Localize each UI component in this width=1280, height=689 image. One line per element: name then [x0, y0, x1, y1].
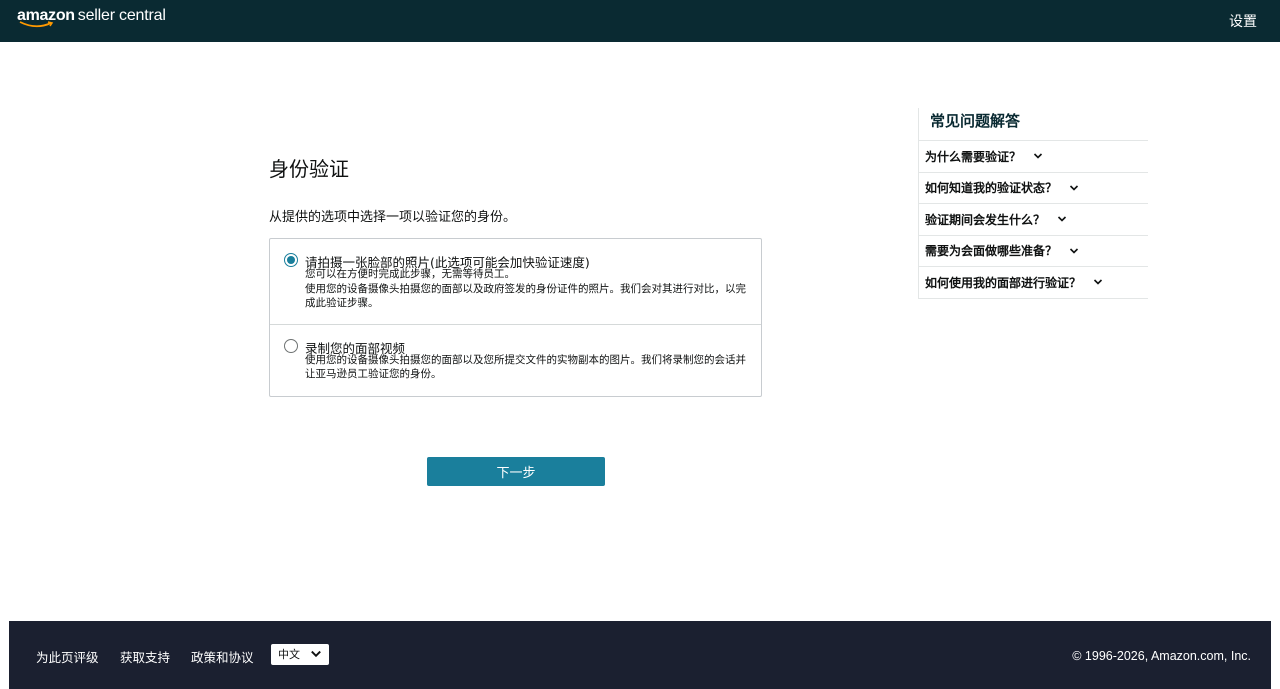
option-photo-desc-1: 您可以在方便时完成此步骤，无需等待员工。	[305, 268, 515, 280]
chevron-down-icon	[1057, 216, 1067, 222]
faq-item-label: 如何使用我的面部进行验证？	[925, 275, 1082, 290]
top-navigation-bar: amazon seller central 设置	[0, 0, 1280, 42]
radio-checked-icon[interactable]	[284, 253, 298, 267]
faq-item-label: 验证期间会发生什么？	[925, 212, 1046, 227]
option-photo-desc-2: 使用您的设备摄像头拍摄您的面部以及政府签发的身份证件的照片。我们会对其进行对比，…	[305, 283, 746, 309]
verification-options-group: 请拍摄一张脸部的照片(此选项可能会加快验证速度) 您可以在方便时完成此步骤，无需…	[269, 238, 762, 397]
copyright-text: © 1996-2026, Amazon.com, Inc.	[1072, 649, 1251, 663]
faq-panel: 常见问题解答 为什么需要验证？ 如何知道我的验证状态？ 验证期间会发生什么？ 需…	[918, 108, 1148, 299]
faq-item-during-verification[interactable]: 验证期间会发生什么？	[919, 204, 1148, 236]
faq-item-why-verify[interactable]: 为什么需要验证？	[919, 141, 1148, 173]
language-select[interactable]: 中文	[271, 644, 329, 665]
faq-item-label: 如何知道我的验证状态？	[925, 181, 1058, 196]
page-title: 身份验证	[269, 157, 349, 181]
faq-title: 常见问题解答	[919, 108, 1148, 141]
settings-link[interactable]: 设置	[1229, 11, 1257, 31]
page-subtitle: 从提供的选项中选择一项以验证您的身份。	[269, 210, 517, 225]
next-button[interactable]: 下一步	[427, 457, 605, 486]
chevron-down-icon	[1093, 279, 1103, 285]
rate-page-link[interactable]: 为此页评级	[36, 647, 99, 666]
policies-link[interactable]: 政策和协议	[191, 647, 254, 666]
faq-item-label: 需要为会面做哪些准备？	[925, 244, 1058, 259]
chevron-down-icon	[1069, 248, 1079, 254]
faq-item-prepare-meeting[interactable]: 需要为会面做哪些准备？	[919, 236, 1148, 267]
logo-seller-central-text: seller central	[77, 7, 166, 24]
radio-unchecked-icon[interactable]	[284, 339, 298, 353]
faq-item-label: 为什么需要验证？	[925, 149, 1022, 164]
option-video[interactable]: 录制您的面部视频 使用您的设备摄像头拍摄您的面部以及您所提交文件的实物副本的图片…	[270, 325, 761, 396]
option-video-desc: 使用您的设备摄像头拍摄您的面部以及您所提交文件的实物副本的图片。我们将录制您的会…	[305, 354, 746, 380]
amazon-smile-icon	[19, 21, 54, 28]
chevron-down-icon	[1069, 185, 1079, 191]
faq-item-status[interactable]: 如何知道我的验证状态？	[919, 173, 1148, 204]
amazon-seller-central-logo[interactable]: amazon seller central	[17, 7, 166, 28]
option-photo[interactable]: 请拍摄一张脸部的照片(此选项可能会加快验证速度) 您可以在方便时完成此步骤，无需…	[270, 239, 761, 325]
faq-item-face-verification[interactable]: 如何使用我的面部进行验证？	[919, 267, 1148, 299]
footer: 为此页评级 获取支持 政策和协议 中文 © 1996-2026, Amazon.…	[9, 621, 1271, 689]
language-select-value: 中文	[278, 648, 300, 661]
chevron-down-icon	[1033, 153, 1043, 159]
get-support-link[interactable]: 获取支持	[120, 647, 170, 666]
chevron-down-icon	[311, 650, 321, 658]
